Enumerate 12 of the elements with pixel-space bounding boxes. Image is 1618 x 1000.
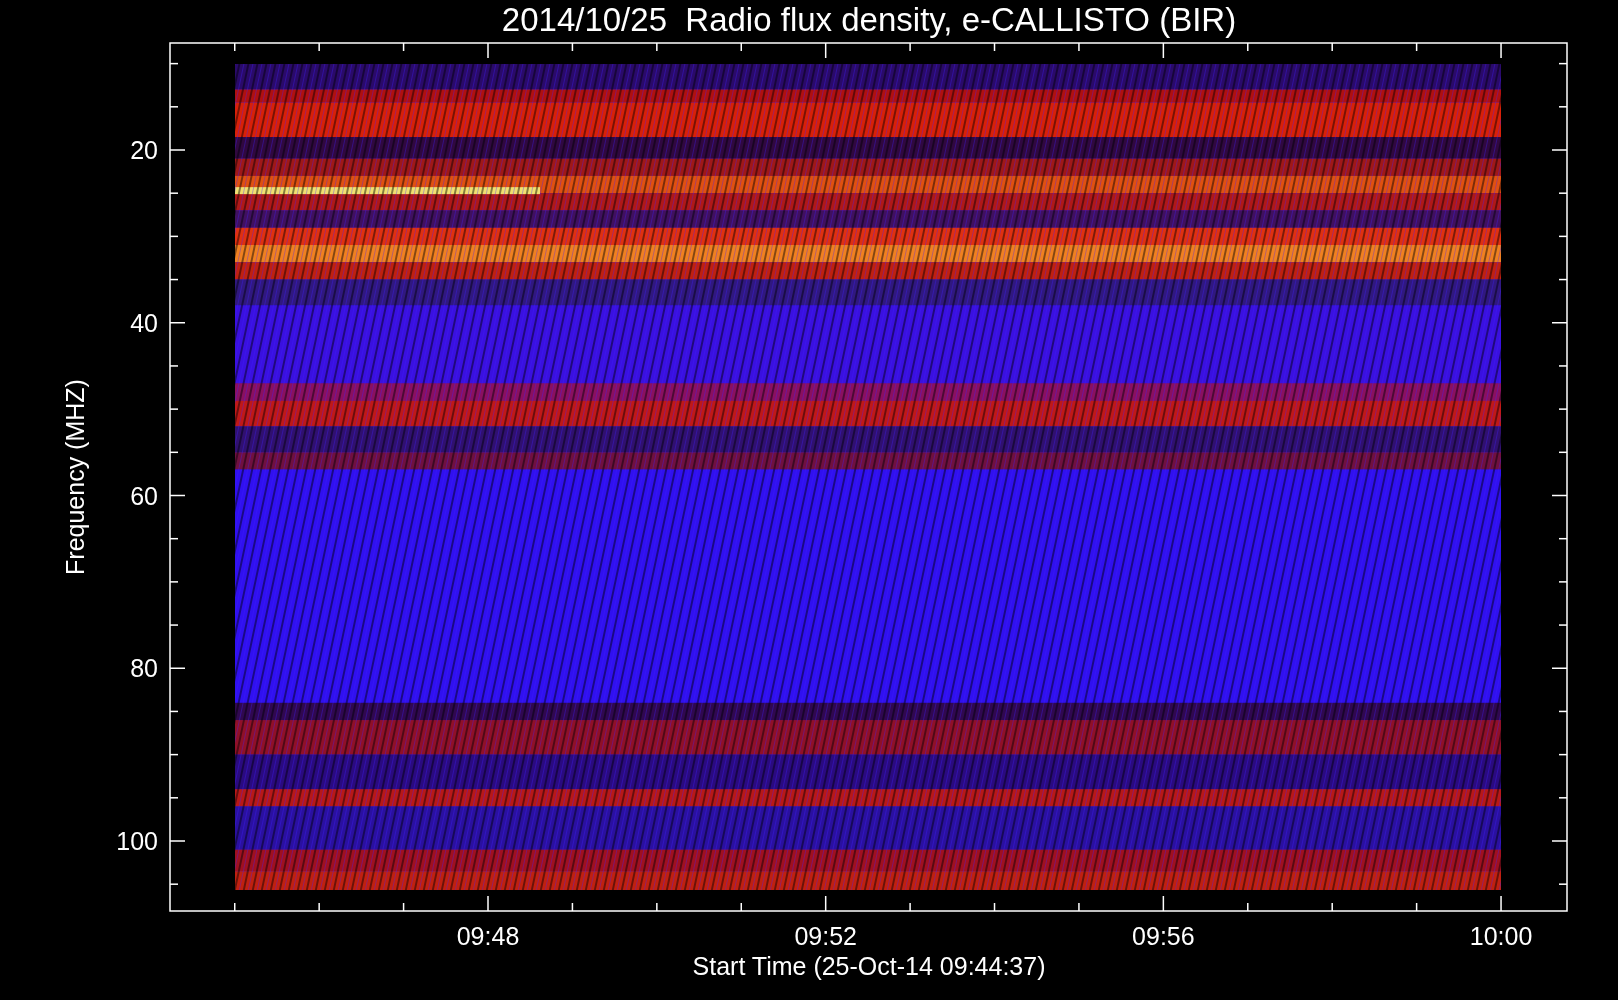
x-tick-label: 09:48 bbox=[456, 922, 520, 950]
y-tick-label: 80 bbox=[130, 654, 158, 683]
x-tick-label: 10:00 bbox=[1469, 922, 1533, 950]
y-axis-label: Frequency (MHZ) bbox=[61, 379, 89, 575]
x-tick-label: 09:56 bbox=[1132, 922, 1195, 950]
y-tick-label: 20 bbox=[130, 136, 158, 164]
chart-title: 2014/10/25 Radio flux density, e-CALLISTO (BIR) bbox=[501, 1, 1237, 38]
x-axis-label: Start Time (25-Oct-14 09:44:37) bbox=[692, 952, 1046, 980]
y-tick-label: 40 bbox=[130, 308, 158, 337]
y-tick-label: 100 bbox=[116, 827, 158, 855]
y-tick-label: 60 bbox=[130, 481, 158, 510]
x-tick-label: 09:52 bbox=[794, 922, 857, 950]
